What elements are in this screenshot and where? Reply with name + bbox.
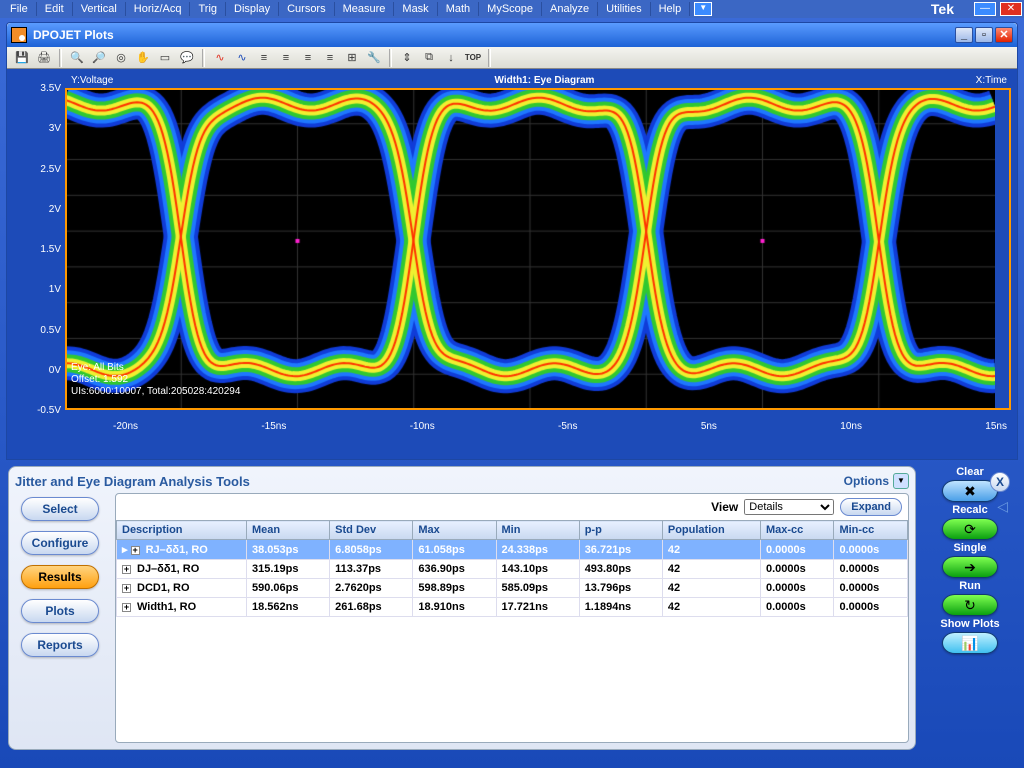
results-table-wrap: View Details Expand DescriptionMeanStd D… <box>115 493 909 743</box>
table-row[interactable]: +DJ–δδ1, RO315.19ps113.37ps636.90ps143.1… <box>117 560 908 579</box>
hist-icon[interactable]: ⊞ <box>342 49 362 67</box>
menubar[interactable]: FileEditVerticalHoriz/AcqTrigDisplayCurs… <box>0 0 1024 18</box>
single-button[interactable]: ➔ <box>942 556 998 578</box>
menu-item-display[interactable]: Display <box>226 2 279 16</box>
subwin-maximize[interactable]: ▫ <box>975 27 993 43</box>
zoomin-icon[interactable]: 🔍 <box>67 49 87 67</box>
analysis-main: Jitter and Eye Diagram Analysis Tools Op… <box>8 466 916 750</box>
menu-item-myscope[interactable]: MyScope <box>479 2 542 16</box>
meas2-icon[interactable]: ≡ <box>276 49 296 67</box>
eye-diagram[interactable]: Eye: All BitsOffset: 1.592UIs:6000:10007… <box>65 88 1011 430</box>
panel-tri-icon[interactable]: ◁ <box>997 498 1008 515</box>
recalc-label: Recalc <box>952 504 987 516</box>
plot-title: DPOJET Plots <box>33 28 114 42</box>
select-button[interactable]: Select <box>21 497 99 521</box>
zoomout-icon[interactable]: 🔎 <box>89 49 109 67</box>
minimize-button[interactable]: — <box>974 2 996 16</box>
save-icon[interactable]: 💾 <box>12 49 32 67</box>
menu-item-trig[interactable]: Trig <box>190 2 226 16</box>
menu-item-mask[interactable]: Mask <box>394 2 437 16</box>
plots-button[interactable]: Plots <box>21 599 99 623</box>
meas3-icon[interactable]: ≡ <box>298 49 318 67</box>
subwin-close[interactable]: ✕ <box>995 27 1013 43</box>
reports-button[interactable]: Reports <box>21 633 99 657</box>
run-button[interactable]: ↻ <box>942 594 998 616</box>
subwin-minimize[interactable]: _ <box>955 27 973 43</box>
single-label: Single <box>953 542 986 554</box>
expand-button[interactable]: Expand <box>840 498 902 516</box>
showplots-label: Show Plots <box>940 618 999 630</box>
configure-button[interactable]: Configure <box>21 531 99 555</box>
x-axis: -20ns-15ns-10ns-5ns5ns10ns15ns <box>113 421 1007 432</box>
panel-close[interactable]: X <box>990 472 1010 492</box>
menu-item-file[interactable]: File <box>2 2 37 16</box>
left-buttons: Select Configure Results Plots Reports <box>15 493 105 743</box>
panel-title: Jitter and Eye Diagram Analysis Tools <box>15 474 844 489</box>
pan-icon[interactable]: ✋ <box>133 49 153 67</box>
menu-item-analyze[interactable]: Analyze <box>542 2 598 16</box>
recalc-button[interactable]: ⟳ <box>942 518 998 540</box>
table-row[interactable]: +Width1, RO18.562ns261.68ps18.910ns17.72… <box>117 598 908 617</box>
menu-item-help[interactable]: Help <box>651 2 691 16</box>
menu-dropdown-icon[interactable]: ▼ <box>694 2 712 16</box>
plot-window: DPOJET Plots _ ▫ ✕ 💾 🖨 🔍 🔎 ◎ ✋ ▭ 💬 ∿ ∿ ≡… <box>6 22 1018 460</box>
plot-toolbar[interactable]: 💾 🖨 🔍 🔎 ◎ ✋ ▭ 💬 ∿ ∿ ≡ ≡ ≡ ≡ ⊞ 🔧 ⇕ ⧉ ↓ TO… <box>7 47 1017 69</box>
cursor3-icon[interactable]: ↓ <box>441 49 461 67</box>
y-label: Y:Voltage <box>71 75 113 86</box>
cursor2-icon[interactable]: ⧉ <box>419 49 439 67</box>
app-icon <box>11 27 27 43</box>
table-row[interactable]: +DCD1, RO590.06ps2.7620ps598.89ps585.09p… <box>117 579 908 598</box>
run-label: Run <box>959 580 980 592</box>
options-dropdown-icon[interactable]: ▼ <box>893 473 909 489</box>
menu-item-utilities[interactable]: Utilities <box>598 2 650 16</box>
wave-blue-icon[interactable]: ∿ <box>232 49 252 67</box>
view-select[interactable]: Details <box>744 499 834 515</box>
menu-item-cursors[interactable]: Cursors <box>279 2 335 16</box>
results-table[interactable]: DescriptionMeanStd DevMaxMinp-pPopulatio… <box>116 520 908 617</box>
showplots-button[interactable]: 📊 <box>942 632 998 654</box>
close-button[interactable]: ✕ <box>1000 2 1022 16</box>
plot-area: Y:Voltage Width1: Eye Diagram X:Time 3.5… <box>7 69 1017 459</box>
menu-item-math[interactable]: Math <box>438 2 479 16</box>
x-label: X:Time <box>976 75 1007 86</box>
plot-label: Width1: Eye Diagram <box>495 75 595 86</box>
menu-item-horizacq[interactable]: Horiz/Acq <box>126 2 191 16</box>
plot-titlebar[interactable]: DPOJET Plots _ ▫ ✕ <box>7 23 1017 47</box>
analysis-panel: Jitter and Eye Diagram Analysis Tools Op… <box>8 466 1016 750</box>
plot-overlay: Eye: All BitsOffset: 1.592UIs:6000:10007… <box>71 362 240 398</box>
options-label[interactable]: Options <box>844 474 889 488</box>
menu-item-edit[interactable]: Edit <box>37 2 73 16</box>
cursor1-icon[interactable]: ⇕ <box>397 49 417 67</box>
brand: Tek <box>931 1 954 17</box>
menu-item-measure[interactable]: Measure <box>335 2 395 16</box>
table-row[interactable]: ▸ +RJ–δδ1, RO38.053ps6.8058ps61.058ps24.… <box>117 540 908 560</box>
select-icon[interactable]: ▭ <box>155 49 175 67</box>
zoomreset-icon[interactable]: ◎ <box>111 49 131 67</box>
tip-icon[interactable]: 💬 <box>177 49 197 67</box>
print-icon[interactable]: 🖨 <box>34 49 54 67</box>
top-icon[interactable]: TOP <box>463 49 483 67</box>
menu-item-vertical[interactable]: Vertical <box>73 2 126 16</box>
results-button[interactable]: Results <box>21 565 99 589</box>
view-label: View <box>711 500 738 514</box>
wrench-icon[interactable]: 🔧 <box>364 49 384 67</box>
y-axis: 3.5V3V2.5V2V1.5V1V0.5V0V-0.5V <box>13 88 65 430</box>
wave-red-icon[interactable]: ∿ <box>210 49 230 67</box>
meas1-icon[interactable]: ≡ <box>254 49 274 67</box>
clear-label: Clear <box>956 466 984 478</box>
meas4-icon[interactable]: ≡ <box>320 49 340 67</box>
